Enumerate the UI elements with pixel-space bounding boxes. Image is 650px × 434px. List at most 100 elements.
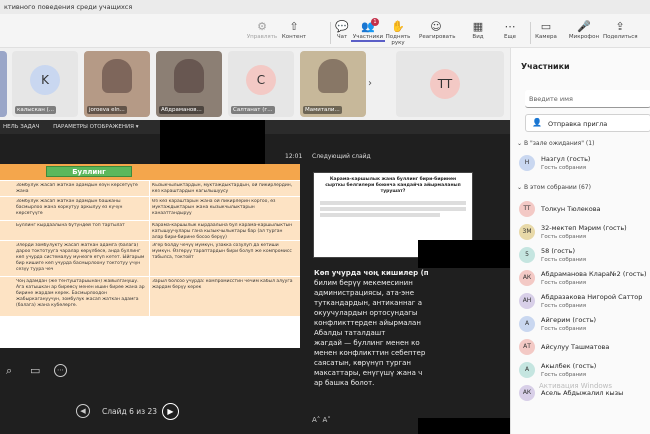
participant-role: Гость собрания [541, 165, 587, 171]
speaker-notes: Көп учурда чоң кишилер (п билим берүү мек… [310, 268, 510, 418]
notes-line: Көп учурда чоң кишилер (п [314, 269, 429, 277]
participant-tile[interactable]: Мамитали... [300, 51, 366, 117]
participant-name: 32-мектеп Мэрим (гость) [541, 224, 627, 232]
participant-row[interactable]: А Акылбек (гость) Гость собрания [519, 361, 650, 383]
participant-name: Толкун Тюлекова [541, 205, 601, 213]
more-icon: ⋯ [504, 20, 516, 33]
taskbar-label: НЕЛЬ ЗАДАЧ [3, 124, 40, 130]
raise-hand-icon: ✋ [391, 20, 405, 33]
notes-line: билим берүү мекемесинин [314, 279, 413, 287]
avatar: 3М [519, 224, 535, 240]
next-slide-title: Карама-каршылык жана буллинг бири-бирине… [325, 177, 461, 194]
avatar: TT [430, 69, 460, 99]
notes-line: менен конфликттин себептер [314, 349, 426, 357]
participant-row[interactable]: 3М 32-мектеп Мэрим (гость) Гость собрания [519, 223, 650, 245]
toolbar-share-button[interactable]: ⇧ Контент [277, 20, 311, 40]
next-slide-button[interactable]: ▶ [162, 403, 179, 420]
toolbar-camera-button[interactable]: ▭ Камера [529, 20, 563, 40]
participant-row[interactable]: Н Назгул (гость) Гость собрания [519, 154, 650, 176]
toolbar-manage-button[interactable]: ⚙ Управлять [245, 20, 279, 40]
strip-next-button[interactable]: › [368, 78, 372, 89]
avatar: С [246, 65, 276, 95]
notes-line: администрациясы, ата-эне [314, 289, 415, 297]
presenter-view: НЕЛЬ ЗАДАЧ ПАРАМЕТРЫ ОТОБРАЖЕНИЯ ▾ 12:01… [0, 120, 510, 434]
bullying-cell: Зомбулук жасап жаткан адамдын өзүн көрсө… [16, 183, 138, 194]
participant-tile[interactable]: TT [396, 51, 504, 117]
participant-row[interactable]: АК Асель Абдыжалил кызы [519, 384, 650, 406]
avatar: АК [519, 385, 535, 401]
participant-row[interactable]: АТ Айсулуу Ташматова [519, 338, 650, 360]
toolbar-label: Поднять руку [385, 34, 411, 46]
slide-table-row: Элерди зомбулукту жасап жаткан адамга (б… [0, 240, 300, 276]
participant-name: Айсулуу Ташматова [541, 343, 610, 351]
toolbar-mic-button[interactable]: 🎤 Микрофон [567, 20, 601, 40]
participant-name: Салтанат (г... [231, 106, 275, 114]
toolbar-raise-hand-button[interactable]: ✋ Поднять руку [381, 20, 415, 46]
next-slide-text-line [320, 213, 440, 217]
lobby-header[interactable]: ⌄ В "зале ожидания" (1) [517, 140, 594, 147]
next-slide-text-line [320, 201, 466, 205]
avatar: А [519, 316, 535, 332]
toolbar-divider [530, 22, 531, 44]
toolbar-label: Контент [281, 34, 307, 40]
search-icon[interactable]: ⌕ [6, 364, 12, 378]
participant-row[interactable]: АН Абдразакова Нигорой Саттор Гость собран… [519, 292, 650, 314]
slide-header-band [0, 164, 300, 180]
invite-button[interactable]: 👤 Отправка пригла [525, 114, 650, 132]
participant-row[interactable]: А Айгерим (гость) Гость собрания [519, 315, 650, 337]
notes-line: Абалды таталдашт [314, 329, 386, 337]
people-icon: 👥 [361, 20, 375, 33]
slide-table-row: Зомбулук жасап жаткан адамдын башканы ба… [0, 196, 300, 220]
participant-tile[interactable]: С Салтанат (г... [228, 51, 294, 117]
strip-left-highlight [0, 51, 7, 117]
slide-column-divider [149, 180, 150, 340]
participant-tile[interactable]: Абдраманов... [156, 51, 222, 117]
toolbar-share-screen-button[interactable]: ⇪ Поделиться [603, 20, 638, 40]
invite-label: Отправка пригла [548, 120, 608, 128]
toolbar-react-button[interactable]: ☺ Реагировать [419, 20, 455, 40]
participant-name: Асель Абдыжалил кызы [541, 389, 624, 397]
window-title: ктивного поведения среди учащихся [0, 0, 650, 14]
avatar: TT [519, 201, 535, 217]
video-person-silhouette [102, 59, 132, 93]
toolbar-label: Участники [352, 34, 384, 40]
notes-line: жагдай — буллинг менен ко [314, 339, 420, 347]
participant-search-input[interactable]: Введите имя [525, 90, 650, 108]
previous-slide-button[interactable]: ◀ [76, 404, 90, 418]
toolbar-label: Поделиться [603, 34, 638, 40]
bullying-cell: Чоң адамдан (же тентуштарыынан) жайылган… [16, 279, 145, 308]
notes-line: максаттары, енүгүшү жана ч [314, 369, 423, 377]
slide-header-label: Буллинг [46, 166, 132, 177]
font-size-controls[interactable]: A˄ A˅ [312, 416, 331, 424]
conflict-cell: Зарыл болсоо учурда: компромисстин чечим… [152, 279, 293, 290]
participant-name: Абдраманова Клара№2 (гость) [541, 270, 647, 278]
avatar: Н [519, 155, 535, 171]
participant-role: Гость собрания [541, 303, 587, 309]
avatar: АК [519, 270, 535, 286]
participant-tile[interactable]: Kкалыскан (... [12, 51, 78, 117]
participant-role: Гость собрания [541, 326, 587, 332]
toolbar-view-button[interactable]: ▦ Вид [461, 20, 495, 40]
in-meeting-header[interactable]: ⌄ В этом собрании (67) [517, 184, 591, 191]
conflict-cell: Карама-каршылык кырдаалына бул карама-ка… [152, 223, 293, 240]
display-settings-button[interactable]: ПАРАМЕТРЫ ОТОБРАЖЕНИЯ ▾ [53, 124, 138, 130]
notification-badge: 1 [371, 18, 379, 26]
notes-line: туткандардын, антиканнаг а [314, 299, 423, 307]
more-options-icon[interactable]: ⋯ [54, 364, 67, 377]
toolbar-people-button[interactable]: 👥 Участники 1 [351, 18, 385, 42]
slide-table-row: Зомбулук жасап жаткан адамдын өзүн көрсө… [0, 180, 300, 196]
notes-line: окуучулардын ортосундагы [314, 309, 418, 317]
participant-row[interactable]: TT Толкун Тюлекова [519, 200, 650, 222]
notes-line: саясатын, көрүнүп турган [314, 359, 411, 367]
bullying-cell: Зомбулук жасап жаткан адамдын башканы ба… [16, 199, 123, 216]
toolbar-more-button[interactable]: ⋯ Еще [493, 20, 527, 40]
next-slide-label: Следующий слайд [312, 153, 371, 160]
participant-name: калыскан (... [15, 106, 57, 114]
participant-tile[interactable]: joroeva eln... [84, 51, 150, 117]
participant-row[interactable]: 5 58 (гость) Гость собрания [519, 246, 650, 268]
video-person-silhouette [318, 59, 348, 93]
slide-table-row: Чоң адамдан (же тентуштарыынан) жайылган… [0, 276, 300, 316]
participant-name: Акылбек (гость) [541, 362, 597, 370]
monitor-icon[interactable]: ▭ [30, 364, 40, 377]
participant-row[interactable]: АК Абдраманова Клара№2 (гость) Гость собра… [519, 269, 650, 291]
